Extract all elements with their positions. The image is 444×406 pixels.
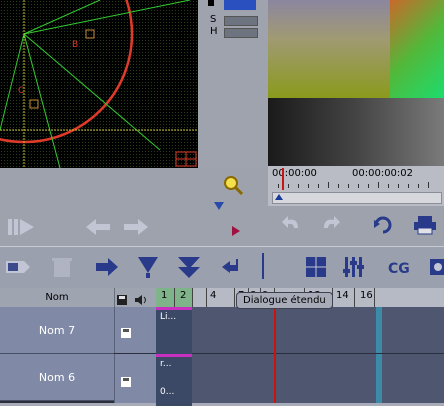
preview-ruler xyxy=(268,180,444,190)
play-icon[interactable] xyxy=(232,226,240,236)
redo-icon[interactable] xyxy=(320,214,342,234)
mark-in-button[interactable] xyxy=(84,216,114,238)
scrub-bar[interactable] xyxy=(272,192,442,204)
mark-out-button[interactable] xyxy=(120,216,150,238)
vectorscope-graphic xyxy=(0,0,198,168)
filter-icon[interactable] xyxy=(136,255,160,279)
svg-text:CG: CG xyxy=(388,261,410,277)
clip-6[interactable]: r... 0... xyxy=(156,354,192,406)
scope-label-b: B xyxy=(72,40,79,50)
color-swatch xyxy=(224,0,256,10)
levels-panel: S H xyxy=(198,0,268,168)
vectorscope-panel: B C xyxy=(0,0,198,168)
ruler-tick-label: 2 xyxy=(180,290,187,301)
timecode-start: 00:00:00 xyxy=(272,168,317,179)
marker-bar xyxy=(376,354,382,403)
ruler-tick-label: 16 xyxy=(360,290,373,301)
timeline-tracks: Nom 7 Li... Nom 6 r... 0... xyxy=(0,307,444,406)
preview-controls xyxy=(268,206,444,246)
preview-image-right xyxy=(390,0,444,98)
video-preview xyxy=(268,0,444,166)
preview-gradient xyxy=(268,98,444,166)
main-toolbar: CG xyxy=(0,246,444,290)
cg-icon[interactable]: CG xyxy=(386,255,410,279)
zoom-icon[interactable] xyxy=(222,174,244,196)
s-label: S xyxy=(210,14,217,25)
refresh-icon[interactable] xyxy=(372,214,394,236)
grid-icon[interactable] xyxy=(304,255,328,279)
track-save-icon[interactable] xyxy=(121,372,131,387)
timecode-end: 00:00:00:02 xyxy=(352,168,414,179)
ruler-tick-label: 4 xyxy=(210,290,217,301)
h-slider[interactable] xyxy=(224,28,258,38)
divider-icon xyxy=(262,253,264,279)
ruler-tick-label: 1 xyxy=(161,290,168,301)
clip-sub-label: 0... xyxy=(160,387,175,397)
preview-image-left xyxy=(268,0,390,98)
clip-7[interactable]: Li... xyxy=(156,307,192,356)
play-pause-button[interactable] xyxy=(6,216,38,238)
move-right-icon[interactable] xyxy=(94,255,120,279)
track-lane-7[interactable]: Li... xyxy=(156,307,444,356)
undo-icon[interactable] xyxy=(280,214,302,234)
scrub-handle-icon[interactable] xyxy=(275,194,283,200)
clip-label: Li... xyxy=(160,312,177,322)
scope-label-c: C xyxy=(18,86,25,96)
transport-panel xyxy=(0,168,268,246)
timeline-playhead[interactable] xyxy=(274,307,276,403)
track-lane-6[interactable]: r... 0... xyxy=(156,354,444,406)
indicator-icon xyxy=(208,0,214,6)
print-icon[interactable] xyxy=(412,214,438,236)
preview-timeline[interactable]: 00:00:00 00:00:00:02 xyxy=(268,166,444,206)
track-controls-6 xyxy=(114,354,157,403)
color-wheel-icon[interactable] xyxy=(428,255,444,279)
name-column-header[interactable]: Nom xyxy=(0,288,115,307)
marker-bar xyxy=(376,307,382,353)
mixer-icon[interactable] xyxy=(342,255,366,279)
save-icon[interactable] xyxy=(116,291,128,305)
timeline-ruler: Nom 1 2 4 7 8 9 13 14 16 xyxy=(0,288,444,307)
speaker-icon[interactable] xyxy=(134,291,150,305)
ruler-tick-label: 14 xyxy=(336,290,349,301)
track-name-7[interactable]: Nom 7 xyxy=(0,307,114,354)
track-name-6[interactable]: Nom 6 xyxy=(0,354,114,401)
trash-icon[interactable] xyxy=(48,255,76,279)
tooltip: Dialogue étendu xyxy=(236,292,333,309)
track-save-icon[interactable] xyxy=(121,323,131,338)
track-controls-7 xyxy=(114,307,157,353)
s-slider[interactable] xyxy=(224,16,258,26)
h-label: H xyxy=(210,26,218,37)
marker-down-icon[interactable] xyxy=(214,202,224,210)
split-down-icon[interactable] xyxy=(176,255,202,279)
insert-left-icon[interactable] xyxy=(220,257,240,277)
clip-label: r... xyxy=(160,359,172,369)
storyboard-icon[interactable] xyxy=(4,255,34,279)
